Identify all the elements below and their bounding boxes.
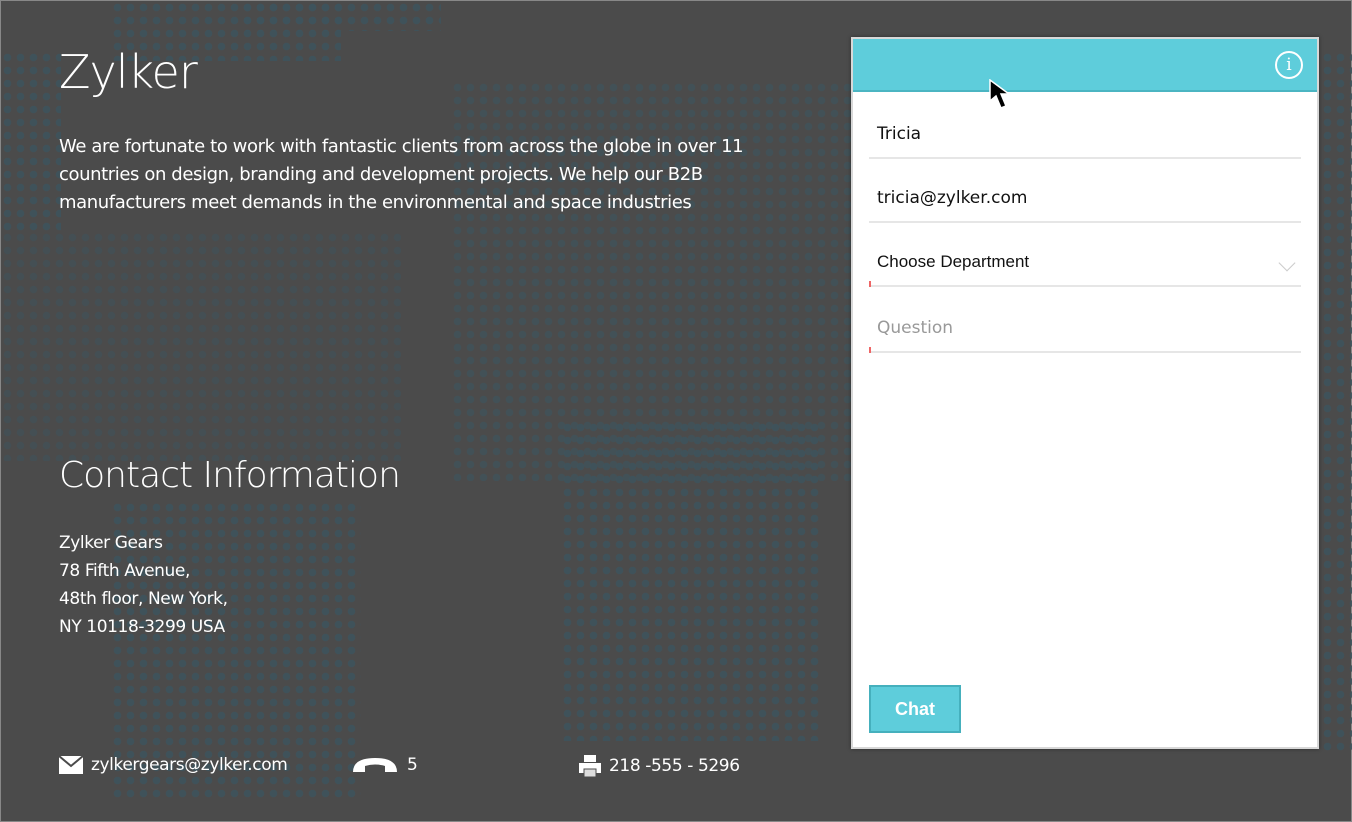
mouse-cursor-icon — [989, 79, 1012, 109]
map-dots — [561, 421, 821, 741]
department-select[interactable]: Choose Department — [869, 247, 1301, 287]
chat-button[interactable]: Chat — [869, 685, 961, 733]
contact-phone: 5 — [351, 755, 418, 775]
chat-form-panel: i Tricia tricia@zylker.com Choose Depart… — [851, 37, 1319, 749]
address-line: 78 Fifth Avenue, — [59, 561, 190, 581]
map-dots — [1, 231, 401, 461]
fax-text: 218 -555 - 5296 — [609, 756, 740, 776]
contact-email: zylkergears@zylker.com — [59, 755, 288, 775]
department-placeholder: Choose Department — [877, 252, 1030, 271]
address-line: Zylker Gears — [59, 533, 163, 553]
address-line: NY 10118-3299 USA — [59, 617, 225, 637]
question-field[interactable]: Question — [869, 313, 1301, 353]
company-intro: We are fortunate to work with fantastic … — [59, 136, 744, 213]
email-text[interactable]: zylkergears@zylker.com — [91, 755, 288, 775]
map-dots — [1321, 51, 1352, 751]
address-line: 48th floor, New York, — [59, 589, 228, 609]
contact-fax: 218 -555 - 5296 — [579, 755, 740, 777]
map-dots — [1, 51, 61, 231]
info-icon[interactable]: i — [1275, 51, 1303, 79]
map-dots — [241, 1, 441, 31]
contact-heading: Contact Information — [59, 455, 401, 496]
email-field[interactable]: tricia@zylker.com — [869, 183, 1301, 223]
company-title: Zylker — [59, 45, 198, 99]
phone-text: 5 — [407, 755, 418, 775]
chat-header: i — [853, 39, 1317, 92]
address: Zylker Gears 78 Fifth Avenue, 48th floor… — [59, 529, 228, 641]
envelope-icon — [59, 756, 83, 774]
name-field[interactable]: Tricia — [869, 119, 1301, 159]
chevron-down-icon — [1278, 254, 1296, 272]
printer-icon — [579, 755, 601, 777]
phone-icon — [353, 758, 397, 772]
